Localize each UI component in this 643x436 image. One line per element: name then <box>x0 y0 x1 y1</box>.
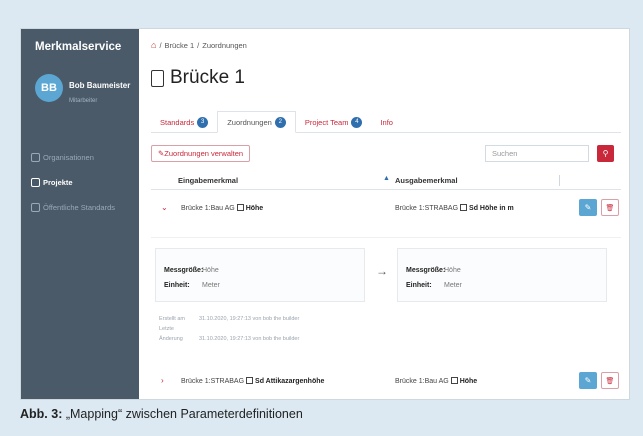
sidebar-item-label: Organisationen <box>43 152 94 162</box>
input-cell: Brücke 1:STRABAG Sd Attikazargenhöhe <box>181 377 324 385</box>
input-cell: Brücke 1:Bau AG Höhe <box>181 204 263 212</box>
count-badge: 4 <box>351 116 363 128</box>
breadcrumb-current: Zuordnungen <box>202 40 247 50</box>
sidebar-item-label: Projekte <box>43 177 73 187</box>
chevron-right-icon[interactable]: › <box>161 376 164 385</box>
detail-label: Einheit: <box>406 282 432 289</box>
search-icon: ⚲ <box>602 149 609 158</box>
tab-project-team[interactable]: Project Team 4 <box>296 111 372 133</box>
detail-value: Meter <box>444 282 462 289</box>
standard-icon <box>31 202 40 212</box>
detail-value: Höhe <box>444 267 461 274</box>
manage-mappings-button[interactable]: ✎ Zuordnungen verwalten <box>151 145 251 162</box>
caption-label: Abb. 3: <box>20 407 63 421</box>
output-cell: Brücke 1:Bau AG Höhe <box>395 377 553 385</box>
property-icon <box>460 204 468 211</box>
sidebar-item-projekte[interactable]: Projekte <box>31 174 115 190</box>
col-output-header[interactable]: Ausgabemerkmal <box>395 176 458 185</box>
table-row[interactable]: › Brücke 1:STRABAG Sd Attikazargenhöhe Br… <box>151 367 621 395</box>
app-window: Merkmalservice BB Bob Baumeister Mitarbe… <box>20 28 630 400</box>
output-prefix: Brücke 1:STRABAG <box>395 205 459 212</box>
input-name: Sd Attikazargenhöhe <box>255 378 325 385</box>
user-name: Bob Baumeister <box>69 81 131 90</box>
breadcrumb-sep: / <box>159 40 162 50</box>
delete-button[interactable]: 🗑 <box>601 199 619 216</box>
count-badge: 3 <box>197 116 209 128</box>
detail-value: Meter <box>202 282 220 289</box>
detail-value: Höhe <box>202 267 219 274</box>
created-value: 31.10.2020, 19:27:13 von bob the builder <box>199 316 300 322</box>
table-row[interactable]: ⌄ Brücke 1:Bau AG Höhe Brücke 1:STRABAG Sd… <box>151 194 621 222</box>
detail-label: Messgröße: <box>164 267 204 274</box>
output-detail-card: Messgröße:Höhe Einheit: Meter <box>397 248 607 302</box>
tab-bar: Standards 3 Zuordnungen 2 Project Team 4… <box>151 111 621 133</box>
detail-label: Einheit: <box>164 282 190 289</box>
arrow-right-icon: → <box>376 264 388 278</box>
breadcrumb-sep: / <box>197 40 200 50</box>
title-row: Brücke 1 <box>151 67 245 89</box>
side-nav: Organisationen Projekte Öffentliche Stan… <box>31 149 115 224</box>
project-icon <box>31 177 40 187</box>
output-name: Höhe <box>459 378 478 385</box>
edit-button[interactable]: ✎ <box>579 372 597 389</box>
created-label: Erstellt am <box>159 316 185 322</box>
sidebar: Merkmalservice BB Bob Baumeister Mitarbe… <box>21 29 139 399</box>
output-name: Sd Höhe in m <box>469 205 514 212</box>
input-name: Höhe <box>245 205 264 212</box>
property-icon <box>246 377 254 384</box>
input-detail-card: Messgröße:Höhe Einheit: Meter <box>155 248 365 302</box>
output-prefix: Brücke 1:Bau AG <box>395 378 449 385</box>
main-content: ⌂ / Brücke 1 / Zuordnungen Brücke 1 Stan… <box>139 29 629 399</box>
col-input-header[interactable]: Eingabemerkmal <box>178 176 238 185</box>
user-panel[interactable]: BB Bob Baumeister Mitarbeiter <box>21 65 139 125</box>
avatar: BB <box>35 74 63 102</box>
chevron-down-icon[interactable]: ⌄ <box>161 203 168 212</box>
audit-info: Erstellt am 31.10.2020, 19:27:13 von bob … <box>159 314 299 344</box>
breadcrumb-project[interactable]: Brücke 1 <box>165 41 195 50</box>
edit-button[interactable]: ✎ <box>579 199 597 216</box>
sidebar-item-standards[interactable]: Öffentliche Standards <box>31 199 115 215</box>
changed-value: 31.10.2020, 19:27:13 von bob the builder <box>199 336 300 342</box>
app-brand: Merkmalservice <box>35 41 122 53</box>
delete-button[interactable]: 🗑 <box>601 372 619 389</box>
user-role: Mitarbeiter <box>69 98 98 104</box>
organisation-icon <box>31 152 40 162</box>
tab-label: Project Team <box>304 117 349 127</box>
caption-text: „Mapping“ zwischen Parameterdefinitionen <box>65 407 303 421</box>
tab-zuordnungen[interactable]: Zuordnungen 2 <box>217 111 296 133</box>
output-cell: Brücke 1:STRABAG Sd Höhe in m <box>395 204 553 212</box>
tab-label: Info <box>380 117 393 127</box>
page-title: Brücke 1 <box>170 67 245 88</box>
column-divider <box>559 175 560 186</box>
mapping-detail: Messgröße:Höhe Einheit: Meter → Messgröße… <box>151 237 621 353</box>
changed-label: Letzte Änderung <box>159 326 183 342</box>
sort-icon[interactable]: ▲ <box>383 175 390 182</box>
sidebar-item-organisationen[interactable]: Organisationen <box>31 149 115 165</box>
tab-info[interactable]: Info <box>371 111 402 133</box>
property-icon <box>450 377 458 384</box>
sidebar-item-label: Öffentliche Standards <box>43 202 115 212</box>
search-button[interactable]: ⚲ <box>597 145 614 162</box>
count-badge: 2 <box>274 116 286 128</box>
input-prefix: Brücke 1:Bau AG <box>181 205 235 212</box>
breadcrumb: ⌂ / Brücke 1 / Zuordnungen <box>151 40 247 50</box>
tab-label: Standards <box>160 117 195 127</box>
detail-label: Messgröße: <box>406 267 446 274</box>
manage-label: Zuordnungen verwalten <box>164 149 244 158</box>
table-header: Eingabemerkmal ▲ Ausgabemerkmal <box>151 172 621 190</box>
input-prefix: Brücke 1:STRABAG <box>181 378 245 385</box>
tab-label: Zuordnungen <box>227 117 272 127</box>
home-icon[interactable]: ⌂ <box>151 40 156 50</box>
document-icon <box>151 69 164 87</box>
figure-caption: Abb. 3: „Mapping“ zwischen Parameterdefi… <box>20 407 303 421</box>
property-icon <box>236 204 244 211</box>
tab-standards[interactable]: Standards 3 <box>151 111 217 133</box>
search-input[interactable]: Suchen <box>485 145 589 162</box>
